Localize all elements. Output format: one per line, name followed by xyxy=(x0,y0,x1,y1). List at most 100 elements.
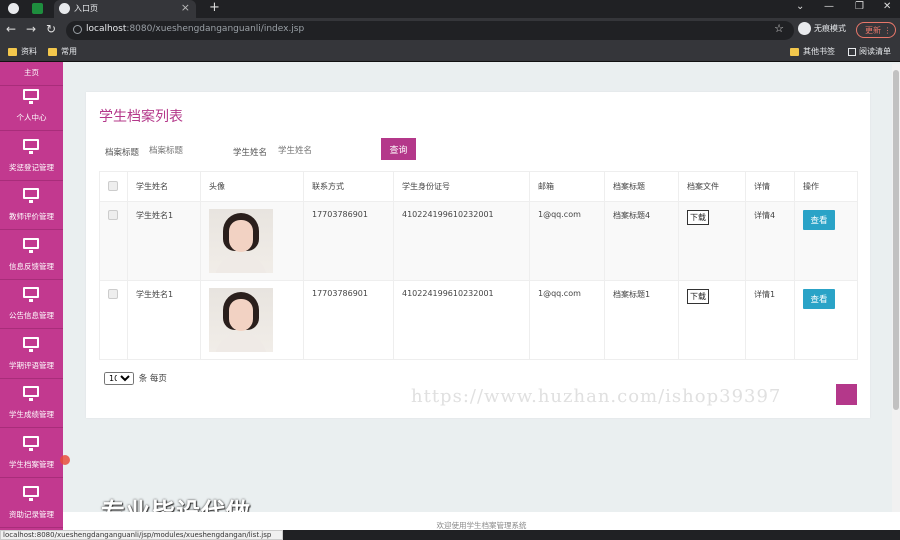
archive-file-cell: 下载 xyxy=(678,280,746,360)
minimize-icon[interactable]: — xyxy=(824,1,834,12)
window-close-icon[interactable]: ✕ xyxy=(883,1,891,12)
address-bar[interactable]: localhost:8080/xueshengdanganguanli/inde… xyxy=(66,21,794,40)
incognito-label: 无痕模式 xyxy=(814,24,846,33)
row-select-cell xyxy=(99,201,128,281)
bookmark-label: 阅读清单 xyxy=(859,47,891,56)
sidebar-item-label: 公告信息管理 xyxy=(9,311,54,320)
scrollbar-thumb[interactable] xyxy=(893,70,899,410)
archive-title-input[interactable] xyxy=(149,144,219,158)
column-header: 学生姓名 xyxy=(127,171,201,202)
sidebar-item-label: 资助记录管理 xyxy=(9,510,54,519)
query-button[interactable]: 查询 xyxy=(381,138,416,160)
info-icon[interactable] xyxy=(73,25,82,34)
monitor-icon xyxy=(23,238,39,253)
archive-title-cell: 档案标题4 xyxy=(604,201,679,281)
student-name-cell: 学生姓名1 xyxy=(127,280,201,360)
chrome-menu-icon[interactable] xyxy=(8,3,19,14)
url-host: localhost xyxy=(86,24,127,34)
sheets-icon[interactable] xyxy=(32,3,43,14)
sidebar-item-label: 学期评语管理 xyxy=(9,361,54,370)
globe-icon xyxy=(59,3,70,14)
id-card-cell: 410224199610232001 xyxy=(393,280,530,360)
email-cell: 1@qq.com xyxy=(529,280,605,360)
bookmark-label: 常用 xyxy=(61,47,77,56)
url-watermark: https://www.huzhan.com/ishop39397 xyxy=(411,386,782,407)
url-path: :8080/xueshengdanganguanli/index.jsp xyxy=(126,24,305,34)
new-tab-icon[interactable]: + xyxy=(209,0,220,15)
monitor-icon xyxy=(23,89,39,104)
sidebar-item-label: 学生成绩管理 xyxy=(9,410,54,419)
select-all-cell xyxy=(99,171,128,202)
bookmark-folder-ziliao[interactable]: 资料 xyxy=(8,46,37,57)
view-button[interactable]: 查看 xyxy=(803,289,835,309)
student-name-input[interactable] xyxy=(278,144,358,158)
archive-list-card: 学生档案列表 档案标题 学生姓名 查询 学生姓名 头像 联系方式 学生身份证号 … xyxy=(86,92,870,418)
table-header-row: 学生姓名 头像 联系方式 学生身份证号 邮箱 档案标题 档案文件 详情 操作 xyxy=(99,171,858,202)
detail-cell: 详情4 xyxy=(745,201,795,281)
tab-search-icon[interactable]: ⌄ xyxy=(796,1,804,12)
close-tab-icon[interactable]: × xyxy=(181,1,190,14)
folder-icon xyxy=(8,47,17,56)
download-button[interactable]: 下载 xyxy=(687,210,709,225)
sidebar-item-student-archives[interactable]: 学生档案管理 xyxy=(0,428,63,478)
student-name-cell: 学生姓名1 xyxy=(127,201,201,281)
reload-icon[interactable]: ↻ xyxy=(46,22,56,36)
sidebar-item-feedback[interactable]: 信息反馈管理 xyxy=(0,230,63,280)
bookmark-folder-other[interactable]: 其他书签 xyxy=(790,46,835,57)
update-button[interactable]: 更新 ⋮ xyxy=(856,22,896,38)
maximize-icon[interactable]: ❐ xyxy=(855,1,864,12)
sidebar-item-rewards[interactable]: 奖惩登记管理 xyxy=(0,131,63,181)
sidebar: 主页 个人中心 奖惩登记管理 教师评价管理 信息反馈管理 公告信息管理 学期评语… xyxy=(0,62,63,530)
monitor-icon xyxy=(23,386,39,401)
reading-list[interactable]: 阅读清单 xyxy=(848,46,891,57)
archive-file-cell: 下载 xyxy=(678,201,746,281)
page-title: 学生档案列表 xyxy=(99,109,183,125)
pager: 10 条 每页 xyxy=(104,372,167,385)
monitor-icon xyxy=(23,436,39,451)
incognito-indicator[interactable]: 无痕模式 xyxy=(798,22,846,35)
page-size-suffix: 条 每页 xyxy=(138,374,167,384)
view-button[interactable]: 查看 xyxy=(803,210,835,230)
table-row: 学生姓名1 17703786901 410224199610232001 1@q… xyxy=(99,201,858,281)
address-row: ← → ↻ localhost:8080/xueshengdanganguanl… xyxy=(0,18,900,43)
page-footer: 欢迎使用学生档案管理系统 xyxy=(63,512,900,530)
phone-cell: 17703786901 xyxy=(303,280,394,360)
archive-title-label: 档案标题 xyxy=(105,148,140,158)
row-select-cell xyxy=(99,280,128,360)
download-button[interactable]: 下载 xyxy=(687,289,709,304)
select-all-checkbox[interactable] xyxy=(108,180,118,191)
forward-icon[interactable]: → xyxy=(26,22,36,36)
row-checkbox[interactable] xyxy=(108,210,118,220)
page-size-select[interactable]: 10 xyxy=(104,372,134,385)
monitor-icon xyxy=(23,188,39,203)
bookmark-star-icon[interactable]: ☆ xyxy=(774,22,784,35)
sidebar-item-label: 奖惩登记管理 xyxy=(9,163,54,172)
sidebar-item-grades[interactable]: 学生成绩管理 xyxy=(0,378,63,428)
monitor-icon xyxy=(23,287,39,302)
bookmark-folder-changyong[interactable]: 常用 xyxy=(48,46,77,57)
sidebar-item-teacher-eval[interactable]: 教师评价管理 xyxy=(0,180,63,230)
sidebar-item-announcements[interactable]: 公告信息管理 xyxy=(0,279,63,329)
scrollbar[interactable] xyxy=(892,64,900,512)
sidebar-item-personal-center[interactable]: 个人中心 xyxy=(0,81,63,131)
tab-title: 入口页 xyxy=(74,4,98,13)
column-header: 详情 xyxy=(745,171,795,202)
monitor-icon xyxy=(23,486,39,501)
incognito-icon xyxy=(798,22,811,35)
main-content: 学生档案列表 档案标题 学生姓名 查询 学生姓名 头像 联系方式 学生身份证号 … xyxy=(63,62,900,512)
sidebar-item-aid-records[interactable]: 资助记录管理 xyxy=(0,478,63,528)
column-header: 档案文件 xyxy=(678,171,746,202)
table-row: 学生姓名1 17703786901 410224199610232001 1@q… xyxy=(99,280,858,360)
id-card-cell: 410224199610232001 xyxy=(393,201,530,281)
avatar-cell xyxy=(200,280,304,360)
action-cell: 查看 xyxy=(794,280,858,360)
update-label: 更新 xyxy=(865,26,881,35)
sidebar-item-semester-comments[interactable]: 学期评语管理 xyxy=(0,329,63,379)
avatar xyxy=(209,209,273,273)
column-header: 学生身份证号 xyxy=(393,171,530,202)
browser-tab[interactable]: 入口页 × xyxy=(54,0,196,18)
column-header: 操作 xyxy=(794,171,858,202)
row-checkbox[interactable] xyxy=(108,289,118,299)
sidebar-item-label: 教师评价管理 xyxy=(9,212,54,221)
back-icon[interactable]: ← xyxy=(6,22,16,36)
